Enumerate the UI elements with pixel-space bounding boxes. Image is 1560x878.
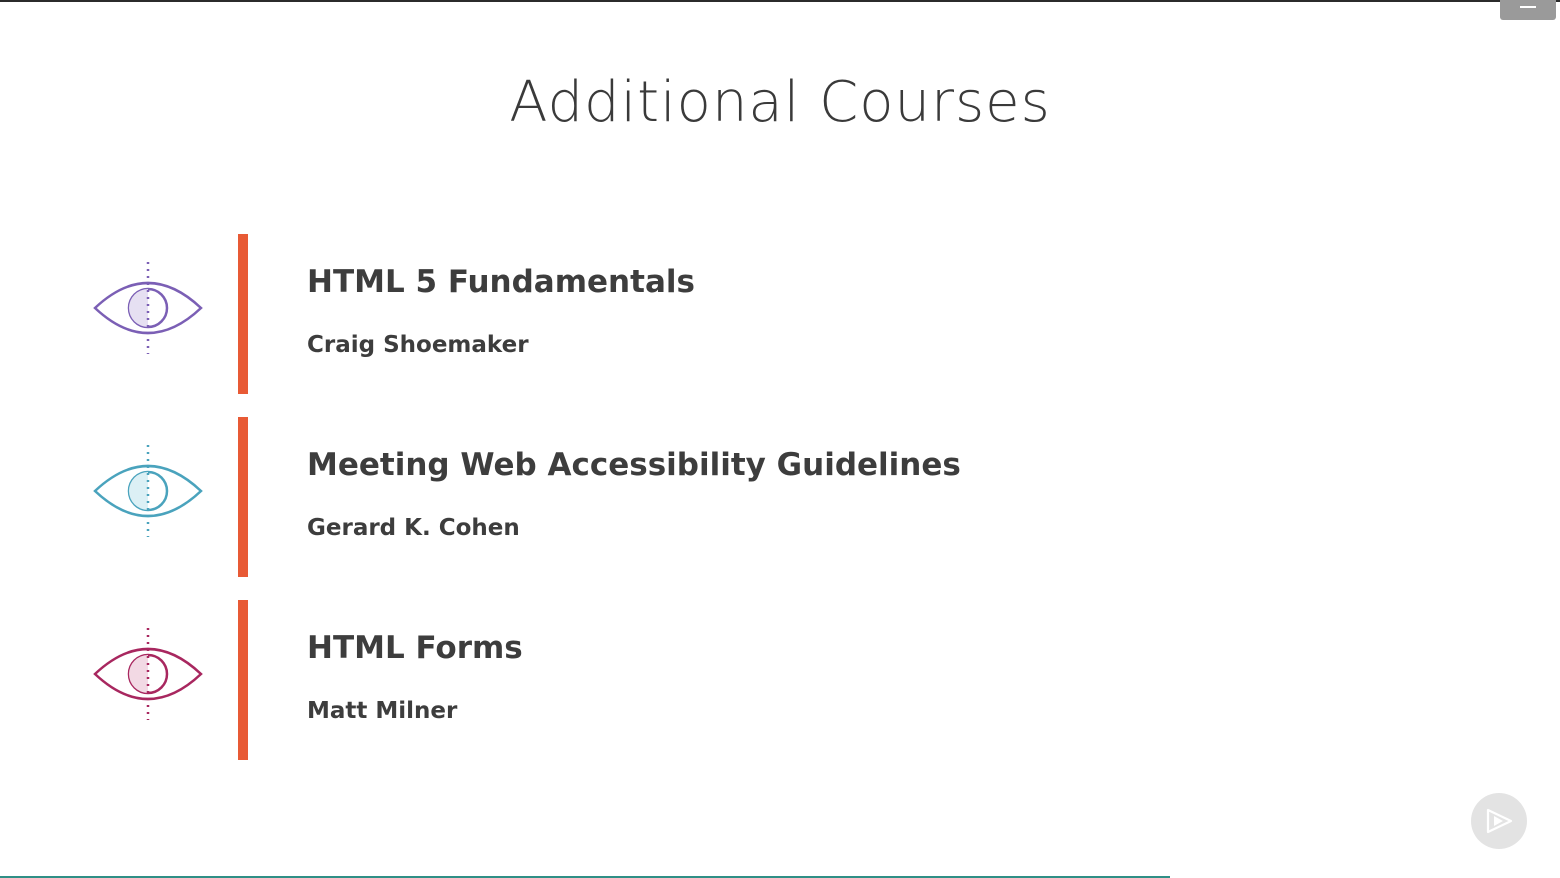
play-icon: [1486, 808, 1513, 834]
accent-divider: [238, 417, 248, 577]
eye-icon: [93, 628, 203, 720]
course-author: Matt Milner: [307, 698, 458, 724]
course-item: HTML Forms Matt Milner: [0, 600, 1300, 762]
menu-button[interactable]: [1500, 0, 1556, 20]
eye-icon: [93, 445, 203, 537]
course-title[interactable]: HTML 5 Fundamentals: [307, 264, 695, 300]
play-button[interactable]: [1471, 793, 1527, 849]
course-author: Gerard K. Cohen: [307, 515, 520, 541]
accent-divider: [238, 234, 248, 394]
menu-icon: [1520, 6, 1536, 8]
eye-icon: [93, 262, 203, 354]
course-title[interactable]: HTML Forms: [307, 630, 523, 666]
accent-divider: [238, 600, 248, 760]
course-item: HTML 5 Fundamentals Craig Shoemaker: [0, 234, 1300, 396]
course-title[interactable]: Meeting Web Accessibility Guidelines: [307, 447, 961, 483]
course-item: Meeting Web Accessibility Guidelines Ger…: [0, 417, 1300, 579]
top-border: [0, 0, 1560, 2]
slide: Additional Courses HTML 5 Fundamentals C…: [0, 0, 1560, 878]
slide-title: Additional Courses: [509, 70, 1051, 135]
course-author: Craig Shoemaker: [307, 332, 529, 358]
